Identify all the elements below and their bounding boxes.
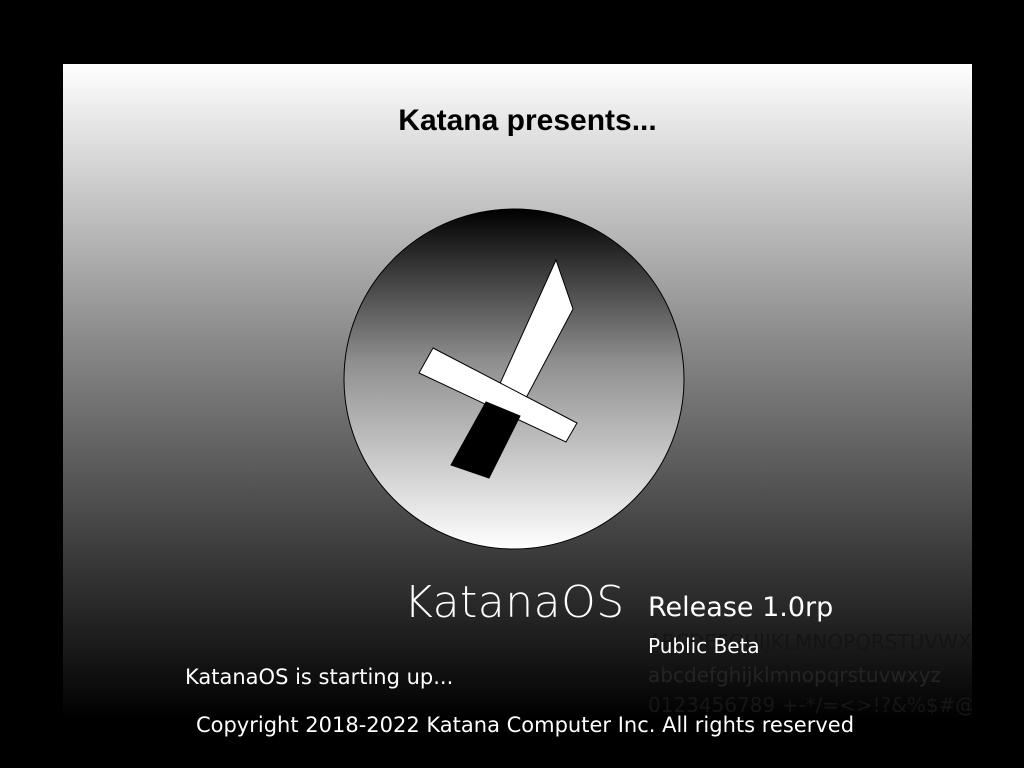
presents-title: Katana presents... [398, 104, 657, 137]
splash-panel: Katana presents... KatanaOS ABCDEFGHIJKL… [63, 64, 972, 720]
boot-screen: Katana presents... KatanaOS ABCDEFGHIJKL… [0, 0, 1024, 768]
release-version: Release 1.0rp [648, 592, 834, 623]
font-sample-lowercase: abcdefghijklmnopqrstuvwxyz [648, 663, 941, 687]
startup-status: KatanaOS is starting up... [185, 665, 454, 689]
os-name: KatanaOS [404, 577, 625, 628]
release-channel: Public Beta [648, 634, 760, 658]
copyright-notice: Copyright 2018-2022 Katana Computer Inc.… [195, 713, 855, 737]
katana-sword-icon [343, 208, 685, 550]
